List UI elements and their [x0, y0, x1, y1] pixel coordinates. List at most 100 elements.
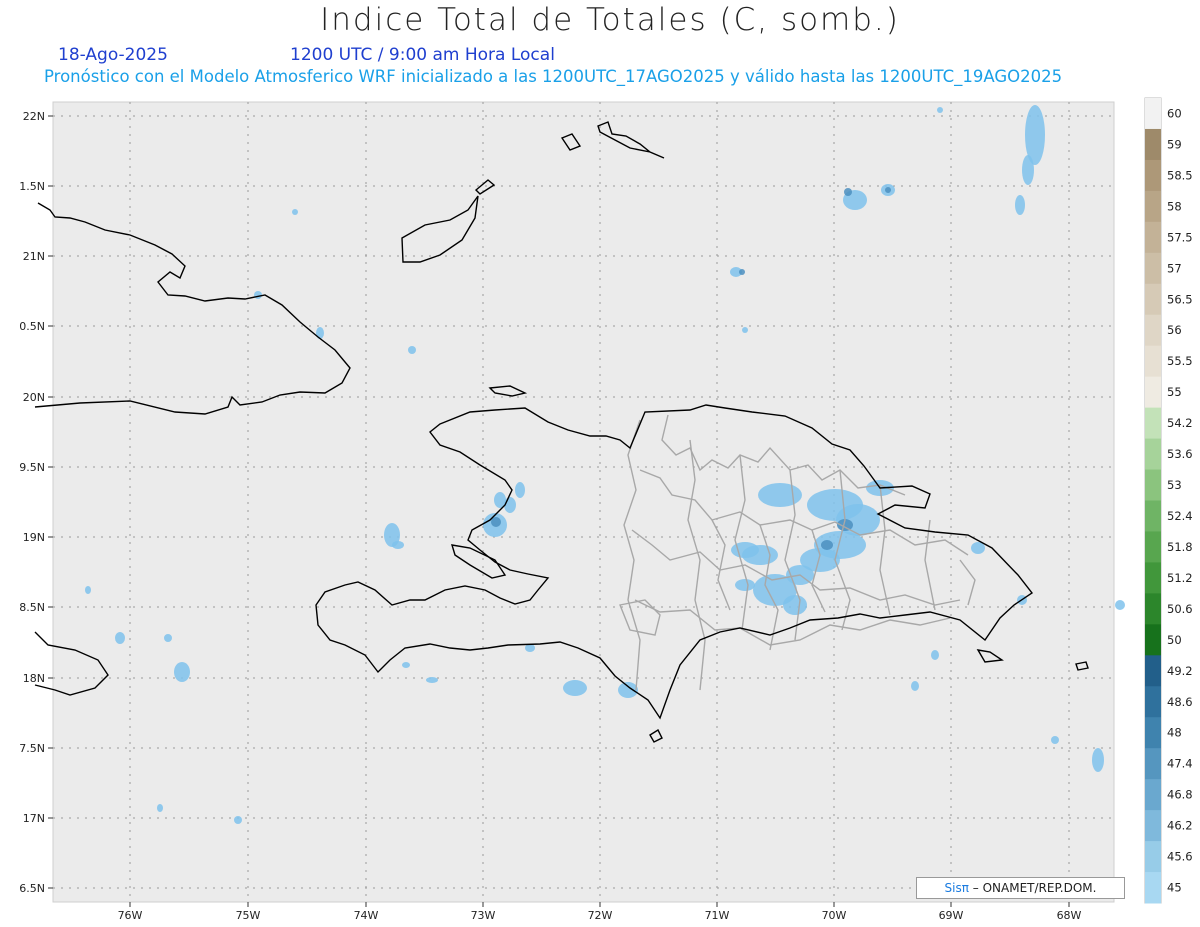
colorbar-label: 45 — [1167, 881, 1182, 895]
lat-label: 19N — [23, 531, 45, 544]
colorbar-swatch — [1145, 562, 1161, 594]
lat-label: 20N — [23, 391, 45, 404]
shade-area — [292, 209, 298, 215]
colorbar-label: 46.8 — [1167, 788, 1193, 802]
lat-label: 8.5N — [19, 601, 45, 614]
shade-area — [937, 107, 943, 113]
colorbar-label: 50.6 — [1167, 602, 1193, 616]
colorbar-label: 56 — [1167, 323, 1182, 337]
shade-area — [618, 682, 638, 698]
colorbar-swatch — [1145, 779, 1161, 811]
map-frame — [52, 101, 1115, 903]
colorbar-label: 53.6 — [1167, 447, 1193, 461]
colorbar-label: 58 — [1167, 199, 1182, 213]
lon-label: 69W — [939, 909, 964, 922]
lon-label: 76W — [118, 909, 143, 922]
shade-core — [739, 269, 745, 275]
colorbar-swatch — [1145, 98, 1161, 130]
lat-label: 6.5N — [19, 882, 45, 895]
lat-label: 9.5N — [19, 461, 45, 474]
colorbar-swatch — [1145, 872, 1161, 904]
colorbar-label: 51.8 — [1167, 540, 1193, 554]
colorbar-label: 48.6 — [1167, 695, 1193, 709]
colorbar-swatch — [1145, 345, 1161, 378]
lat-label: 22N — [23, 110, 45, 123]
shade-area — [164, 634, 172, 642]
shade-area — [1022, 155, 1034, 185]
shade-area — [515, 482, 525, 498]
colorbar-swatch — [1145, 283, 1161, 316]
colorbar-label: 57 — [1167, 261, 1182, 275]
colorbar-swatch — [1145, 407, 1161, 440]
shade-area — [731, 542, 759, 558]
shade-area — [408, 346, 416, 354]
shade-area — [911, 681, 919, 691]
colorbar-swatch — [1145, 593, 1161, 625]
colorbar-label: 46.2 — [1167, 819, 1193, 833]
colorbar-label: 56.5 — [1167, 292, 1193, 306]
colorbar-label: 52.4 — [1167, 509, 1193, 523]
brand-logo: Sisπ — [944, 881, 969, 895]
colorbar-label: 47.4 — [1167, 757, 1193, 771]
colorbar-label: 45.6 — [1167, 850, 1193, 864]
colorbar-swatch — [1145, 159, 1161, 192]
shade-area — [783, 595, 807, 615]
colorbar-label: 58.5 — [1167, 168, 1193, 182]
lon-label: 70W — [822, 909, 847, 922]
colorbar-swatch — [1145, 500, 1161, 532]
colorbar-label: 48 — [1167, 726, 1182, 740]
shade-area — [563, 680, 587, 696]
lon-label: 72W — [588, 909, 613, 922]
map-background — [52, 101, 1115, 903]
lon-label: 71W — [705, 909, 730, 922]
colorbar-label: 49.2 — [1167, 664, 1193, 678]
shade-area — [1015, 195, 1025, 215]
colorbar-swatch — [1145, 252, 1161, 285]
shade-area — [234, 816, 242, 824]
colorbar-swatch — [1145, 655, 1161, 687]
colorbar-swatch — [1145, 221, 1161, 254]
shade-area — [504, 497, 516, 513]
shade-area — [426, 677, 438, 683]
shade-area — [115, 632, 125, 644]
colorbar-label: 54.2 — [1167, 416, 1193, 430]
shade-core — [491, 517, 501, 527]
lon-label: 75W — [236, 909, 261, 922]
colorbar: 60 59 58.5 58 57.5 57 56.5 56 55.5 55 54.2 53.6 53 52… — [1144, 97, 1193, 904]
colorbar-swatch — [1145, 810, 1161, 842]
colorbar-swatch — [1145, 190, 1161, 223]
shade-core — [885, 187, 891, 193]
shade-core — [821, 540, 833, 550]
lat-label: 0.5N — [19, 320, 45, 333]
colorbar-swatch — [1145, 717, 1161, 749]
shade-area — [254, 291, 262, 299]
lat-label: 7.5N — [19, 742, 45, 755]
colorbar-swatch — [1145, 438, 1161, 471]
shade-area — [1092, 748, 1104, 772]
credit-label: Sisπ – ONAMET/REP.DOM. — [916, 877, 1125, 899]
lon-label: 74W — [354, 909, 379, 922]
colorbar-label: 53 — [1167, 478, 1182, 492]
shade-area — [1051, 736, 1059, 744]
colorbar-label: 55 — [1167, 385, 1182, 399]
lat-label: 1.5N — [19, 180, 45, 193]
colorbar-label: 57.5 — [1167, 230, 1193, 244]
lat-label: 17N — [23, 812, 45, 825]
colorbar-label: 50 — [1167, 633, 1182, 647]
colorbar-swatch — [1145, 314, 1161, 347]
colorbar-label: 51.2 — [1167, 571, 1193, 585]
shade-area — [742, 327, 748, 333]
shade-area — [85, 586, 91, 594]
colorbar-swatch — [1145, 469, 1161, 501]
lon-label: 73W — [471, 909, 496, 922]
shade-area — [402, 662, 410, 668]
colorbar-swatch — [1145, 376, 1161, 409]
colorbar-label: 55.5 — [1167, 354, 1193, 368]
shade-area — [525, 644, 535, 652]
weather-map: 22N 1.5N 21N 0.5N 20N 9.5N 19N 8.5N 18N 7.5N 17N 6.… — [19, 97, 1193, 922]
colorbar-swatch — [1145, 531, 1161, 563]
colorbar-label: 59 — [1167, 137, 1182, 151]
shade-area — [735, 579, 755, 591]
shade-area — [157, 804, 163, 812]
credit-text: – ONAMET/REP.DOM. — [972, 881, 1097, 895]
